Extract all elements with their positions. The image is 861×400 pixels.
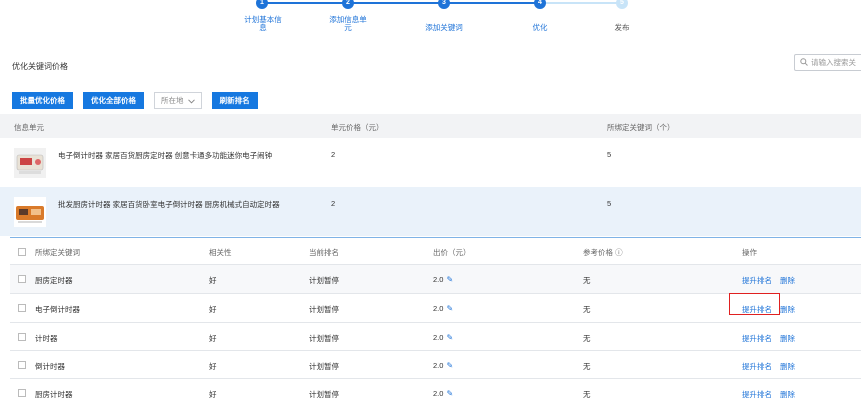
step-4-dot: 4	[534, 0, 546, 9]
unit-title[interactable]: 电子倒计时器 家居百货厨房定时器 创意卡通多功能迷你电子闹钟	[58, 150, 272, 161]
pencil-icon[interactable]: ✎	[446, 304, 453, 313]
select-all-checkbox[interactable]	[18, 248, 26, 256]
bid-value: 2.0	[433, 361, 444, 370]
keyword-reference: 无	[583, 334, 591, 343]
keyword-name: 倒计时器	[35, 362, 65, 371]
keywords-table-header: 所绑定关键词 相关性 当前排名 出价（元） 参考价格 ⓘ 操作	[10, 237, 861, 264]
keyword-name: 厨房计时器	[35, 390, 73, 399]
row-checkbox[interactable]	[18, 333, 26, 341]
refresh-rank-button[interactable]: 刷新排名	[211, 92, 258, 109]
table-row: 厨房定时器 好 计划暂停 2.0 ✎ 无 提升排名 删除	[10, 264, 861, 293]
search-input[interactable]: 请输入搜索关	[794, 54, 861, 71]
kw-col-rank: 当前排名	[309, 248, 339, 257]
keyword-rank: 计划暂停	[309, 334, 339, 343]
raise-rank-link[interactable]: 提升排名	[742, 389, 772, 400]
keyword-name: 电子倒计时器	[35, 305, 80, 314]
keyword-reference: 无	[583, 390, 591, 399]
location-select[interactable]: 所在地	[154, 92, 202, 109]
delete-link[interactable]: 删除	[780, 389, 795, 400]
table-row: 厨房计时器 好 计划暂停 2.0 ✎ 无 提升排名 删除	[10, 378, 861, 400]
keyword-bid[interactable]: 2.0 ✎	[433, 361, 453, 370]
keyword-rank: 计划暂停	[309, 305, 339, 314]
units-col-unit: 信息单元	[14, 123, 44, 132]
step-2-label: 添加信息单元	[329, 15, 367, 32]
delete-link[interactable]: 删除	[780, 275, 795, 286]
step-3-label: 添加关键词	[425, 23, 463, 32]
delete-link[interactable]: 删除	[780, 333, 795, 344]
step-4-label: 优化	[532, 23, 548, 32]
unit-row[interactable]: 电子倒计时器 家居百货厨房定时器 创意卡通多功能迷你电子闹钟 2 5	[0, 138, 861, 187]
kw-col-keyword: 所绑定关键词	[35, 248, 80, 257]
step-2-dot: 2	[342, 0, 354, 9]
units-col-keywords: 所绑定关键词（个）	[607, 123, 675, 132]
pencil-icon[interactable]: ✎	[446, 389, 453, 398]
bid-value: 2.0	[433, 333, 444, 342]
step-5-dot: 5	[616, 0, 628, 9]
units-table-header: 信息单元 单元价格（元） 所绑定关键词（个）	[0, 114, 861, 138]
pencil-icon[interactable]: ✎	[446, 333, 453, 342]
keyword-relevance: 好	[209, 305, 217, 314]
row-checkbox[interactable]	[18, 275, 26, 283]
step-5-label: 发布	[614, 23, 630, 32]
product-thumbnail	[14, 148, 46, 178]
product-thumbnail	[14, 197, 46, 227]
keyword-relevance: 好	[209, 362, 217, 371]
step-line-pending	[540, 2, 622, 4]
unit-keyword-count: 5	[607, 199, 612, 208]
location-label: 所在地	[161, 96, 184, 105]
keyword-relevance: 好	[209, 334, 217, 343]
row-checkbox[interactable]	[18, 361, 26, 369]
optimize-all-button[interactable]: 优化全部价格	[83, 92, 144, 109]
keyword-rank: 计划暂停	[309, 362, 339, 371]
row-checkbox[interactable]	[18, 304, 26, 312]
unit-price: 2	[331, 150, 336, 159]
pencil-icon[interactable]: ✎	[446, 361, 453, 370]
table-row: 计时器 好 计划暂停 2.0 ✎ 无 提升排名 删除	[10, 322, 861, 351]
step-1-label: 计划基本信息	[244, 15, 282, 32]
raise-rank-link[interactable]: 提升排名	[742, 361, 772, 372]
delete-link[interactable]: 删除	[780, 361, 795, 372]
bid-value: 2.0	[433, 275, 444, 284]
unit-keyword-count: 5	[607, 150, 612, 159]
keyword-bid[interactable]: 2.0 ✎	[433, 275, 453, 284]
keyword-reference: 无	[583, 305, 591, 314]
row-checkbox[interactable]	[18, 389, 26, 397]
keyword-name: 计时器	[35, 334, 58, 343]
chevron-down-icon	[186, 96, 195, 105]
section-title: 优化关键词价格	[12, 62, 68, 71]
delete-link[interactable]: 删除	[780, 304, 795, 315]
batch-optimize-button[interactable]: 批量优化价格	[12, 92, 73, 109]
table-row: 倒计时器 好 计划暂停 2.0 ✎ 无 提升排名 删除	[10, 350, 861, 379]
search-placeholder: 请输入搜索关	[811, 58, 856, 67]
highlight-annotation-box	[729, 293, 780, 315]
keyword-reference: 无	[583, 362, 591, 371]
unit-row[interactable]: 批发厨房计时器 家居百货卧室电子倒计时器 厨房机械式自动定时器 2 5	[0, 187, 861, 236]
kw-col-reference: 参考价格 ⓘ	[583, 248, 623, 257]
progress-steps: 1 2 3 4 5 计划基本信息 添加信息单元 添加关键词 优化 发布	[0, 0, 861, 40]
step-3-dot: 3	[438, 0, 450, 9]
bid-value: 2.0	[433, 389, 444, 398]
keyword-bid[interactable]: 2.0 ✎	[433, 389, 453, 398]
keyword-rank: 计划暂停	[309, 390, 339, 399]
unit-title[interactable]: 批发厨房计时器 家居百货卧室电子倒计时器 厨房机械式自动定时器	[58, 199, 280, 210]
keyword-relevance: 好	[209, 390, 217, 399]
keyword-reference: 无	[583, 276, 591, 285]
keyword-relevance: 好	[209, 276, 217, 285]
raise-rank-link[interactable]: 提升排名	[742, 333, 772, 344]
search-icon	[800, 56, 808, 70]
keyword-rank: 计划暂停	[309, 276, 339, 285]
kw-col-relevance: 相关性	[209, 248, 232, 257]
pencil-icon[interactable]: ✎	[446, 275, 453, 284]
raise-rank-link[interactable]: 提升排名	[742, 275, 772, 286]
toolbar: 批量优化价格 优化全部价格 所在地 刷新排名	[12, 92, 258, 109]
keyword-bid[interactable]: 2.0 ✎	[433, 333, 453, 342]
unit-price: 2	[331, 199, 336, 208]
keyword-name: 厨房定时器	[35, 276, 73, 285]
step-1-dot: 1	[256, 0, 268, 9]
bid-value: 2.0	[433, 304, 444, 313]
units-col-price: 单元价格（元）	[331, 123, 384, 132]
kw-col-bid: 出价（元）	[433, 248, 471, 257]
keyword-bid[interactable]: 2.0 ✎	[433, 304, 453, 313]
kw-col-action: 操作	[742, 248, 757, 257]
